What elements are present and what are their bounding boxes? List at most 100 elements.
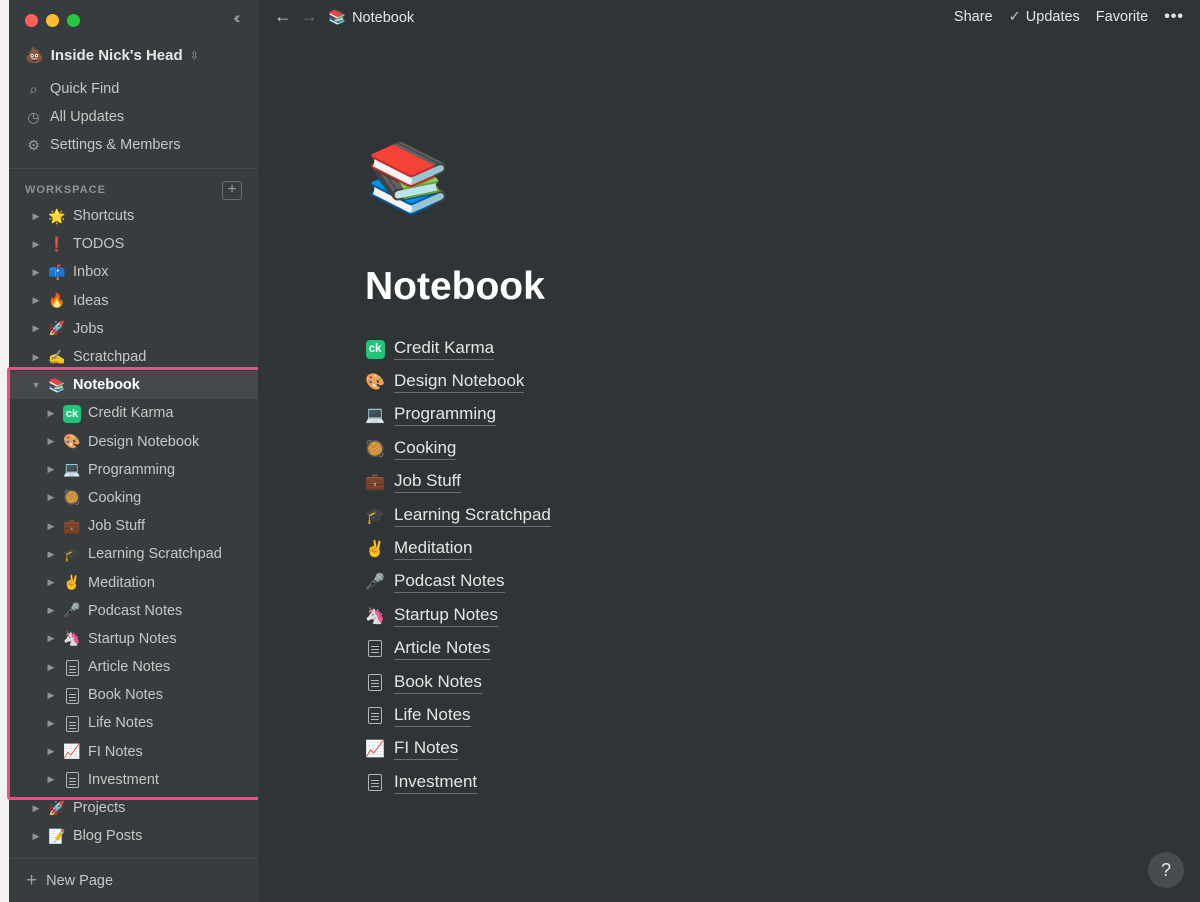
- subpage-link-startup-notes[interactable]: 🦄 Startup Notes: [365, 599, 551, 632]
- triangle-right-icon[interactable]: ▶: [29, 803, 43, 814]
- chevrons-left-icon[interactable]: ‹‹: [224, 8, 246, 28]
- triangle-right-icon[interactable]: ▶: [29, 267, 43, 278]
- document-icon: [65, 772, 79, 789]
- divider: [9, 168, 258, 169]
- subpage-link-article-notes[interactable]: Article Notes: [365, 633, 551, 666]
- triangle-right-icon[interactable]: ▶: [44, 521, 58, 532]
- subpage-link-label: Programming: [394, 404, 497, 427]
- help-button[interactable]: ?: [1148, 852, 1184, 888]
- sidebar-item-article-notes[interactable]: ▶ Article Notes: [9, 653, 258, 681]
- sidebar-item-fi-notes[interactable]: ▶ 📈 FI Notes: [9, 738, 258, 766]
- page-emoji: ck: [365, 339, 385, 359]
- new-page-label: New Page: [46, 872, 114, 889]
- subpage-link-fi-notes[interactable]: 📈 FI Notes: [365, 733, 551, 766]
- sidebar-item-projects[interactable]: ▶ 🚀 Projects: [9, 794, 258, 822]
- sidebar-item-startup-notes[interactable]: ▶ 🦄 Startup Notes: [9, 625, 258, 653]
- quick-find-button[interactable]: ⌕ Quick Find: [9, 75, 258, 103]
- triangle-right-icon[interactable]: ▶: [44, 577, 58, 588]
- triangle-right-icon[interactable]: ▶: [44, 662, 58, 673]
- sidebar-item-label: Inbox: [73, 264, 109, 281]
- sidebar-item-scratchpad[interactable]: ▶ ✍️ Scratchpad: [9, 343, 258, 371]
- arrow-left-icon[interactable]: ←: [274, 6, 292, 27]
- sidebar-item-inbox[interactable]: ▶ 📫 Inbox: [9, 258, 258, 286]
- sidebar-item-learning-scratchpad[interactable]: ▶ 🎓 Learning Scratchpad: [9, 540, 258, 568]
- updates-button[interactable]: ✓ Updates: [1009, 9, 1080, 25]
- all-updates-button[interactable]: ◷ All Updates: [9, 103, 258, 131]
- triangle-right-icon[interactable]: ▶: [44, 408, 58, 419]
- arrow-right-icon[interactable]: →: [300, 6, 318, 27]
- subpage-link-cooking[interactable]: 🥘 Cooking: [365, 432, 551, 465]
- search-icon: ⌕: [29, 80, 38, 97]
- close-window-button[interactable]: [25, 14, 38, 27]
- triangle-right-icon[interactable]: ▶: [29, 323, 43, 334]
- triangle-right-icon[interactable]: ▶: [44, 746, 58, 757]
- page-emoji: [62, 715, 82, 733]
- page-emoji: ✍️: [48, 348, 66, 365]
- new-page-button[interactable]: + New Page: [9, 858, 258, 902]
- subpage-link-book-notes[interactable]: Book Notes: [365, 666, 551, 699]
- sidebar-item-cooking[interactable]: ▶ 🥘 Cooking: [9, 484, 258, 512]
- subpage-link-design-notebook[interactable]: 🎨 Design Notebook: [365, 365, 551, 398]
- workspace-switcher[interactable]: 💩 Inside Nick's Head ⇳: [25, 46, 199, 65]
- triangle-right-icon[interactable]: ▶: [44, 690, 58, 701]
- gear-icon: ⚙: [27, 136, 40, 153]
- sidebar-item-podcast-notes[interactable]: ▶ 🎤 Podcast Notes: [9, 597, 258, 625]
- triangle-right-icon[interactable]: ▶: [44, 774, 58, 785]
- sidebar-item-book-notes[interactable]: ▶ Book Notes: [9, 681, 258, 709]
- sidebar-item-design-notebook[interactable]: ▶ 🎨 Design Notebook: [9, 428, 258, 456]
- subpage-link-label: Credit Karma: [394, 338, 495, 360]
- sidebar-item-blog-posts[interactable]: ▶ 📝 Blog Posts: [9, 822, 258, 850]
- more-options-icon[interactable]: •••: [1164, 8, 1184, 26]
- subpage-link-job-stuff[interactable]: 💼 Job Stuff: [365, 466, 551, 499]
- sidebar-item-jobs[interactable]: ▶ 🚀 Jobs: [9, 315, 258, 343]
- sidebar: ‹‹ 💩 Inside Nick's Head ⇳ ⌕ Quick Find ◷…: [9, 0, 258, 902]
- breadcrumb[interactable]: 📚 Notebook: [328, 9, 415, 27]
- triangle-right-icon[interactable]: ▶: [44, 436, 58, 447]
- triangle-down-icon[interactable]: ▼: [29, 380, 43, 390]
- subpage-link-meditation[interactable]: ✌️ Meditation: [365, 532, 551, 565]
- window-edge: [0, 0, 9, 902]
- sidebar-item-programming[interactable]: ▶ 💻 Programming: [9, 456, 258, 484]
- minimize-window-button[interactable]: [46, 14, 59, 27]
- sidebar-item-shortcuts[interactable]: ▶ 🌟 Shortcuts: [9, 202, 258, 230]
- sidebar-item-todos[interactable]: ▶ ❗ TODOS: [9, 230, 258, 258]
- sidebar-item-ideas[interactable]: ▶ 🔥 Ideas: [9, 287, 258, 315]
- triangle-right-icon[interactable]: ▶: [44, 549, 58, 560]
- page-icon[interactable]: 📚: [366, 140, 451, 216]
- triangle-right-icon[interactable]: ▶: [44, 718, 58, 729]
- page-emoji: [62, 658, 82, 676]
- triangle-right-icon[interactable]: ▶: [44, 633, 58, 644]
- subpage-link-investment[interactable]: Investment: [365, 766, 551, 799]
- page-title[interactable]: Notebook: [365, 265, 545, 309]
- subpage-link-life-notes[interactable]: Life Notes: [365, 699, 551, 732]
- subpage-link-learning-scratchpad[interactable]: 🎓 Learning Scratchpad: [365, 499, 551, 532]
- settings-members-button[interactable]: ⚙ Settings & Members: [9, 131, 258, 159]
- sidebar-item-meditation[interactable]: ▶ ✌️ Meditation: [9, 568, 258, 596]
- topbar-actions: Share ✓ Updates Favorite •••: [954, 8, 1184, 26]
- breadcrumb-label: Notebook: [352, 9, 415, 26]
- sidebar-item-life-notes[interactable]: ▶ Life Notes: [9, 709, 258, 737]
- subpage-link-credit-karma[interactable]: ck Credit Karma: [365, 332, 551, 365]
- triangle-right-icon[interactable]: ▶: [29, 239, 43, 250]
- triangle-right-icon[interactable]: ▶: [44, 464, 58, 475]
- triangle-right-icon[interactable]: ▶: [29, 295, 43, 306]
- page-emoji: 🦄: [63, 630, 81, 647]
- page-emoji: [365, 774, 385, 792]
- zoom-window-button[interactable]: [67, 14, 80, 27]
- triangle-right-icon[interactable]: ▶: [44, 492, 58, 503]
- triangle-right-icon[interactable]: ▶: [29, 211, 43, 222]
- triangle-right-icon[interactable]: ▶: [44, 605, 58, 616]
- subpage-link-label: Meditation: [394, 538, 473, 561]
- sidebar-item-job-stuff[interactable]: ▶ 💼 Job Stuff: [9, 512, 258, 540]
- sidebar-item-label: Life Notes: [88, 715, 154, 732]
- share-button[interactable]: Share: [954, 9, 993, 25]
- add-page-icon[interactable]: +: [222, 181, 242, 200]
- sidebar-item-credit-karma[interactable]: ▶ ck Credit Karma: [9, 399, 258, 427]
- subpage-link-podcast-notes[interactable]: 🎤 Podcast Notes: [365, 566, 551, 599]
- triangle-right-icon[interactable]: ▶: [29, 831, 43, 842]
- triangle-right-icon[interactable]: ▶: [29, 352, 43, 363]
- sidebar-item-investment[interactable]: ▶ Investment: [9, 766, 258, 794]
- favorite-button[interactable]: Favorite: [1096, 9, 1148, 25]
- sidebar-item-notebook[interactable]: ▼ 📚 Notebook: [9, 371, 258, 400]
- subpage-link-programming[interactable]: 💻 Programming: [365, 399, 551, 432]
